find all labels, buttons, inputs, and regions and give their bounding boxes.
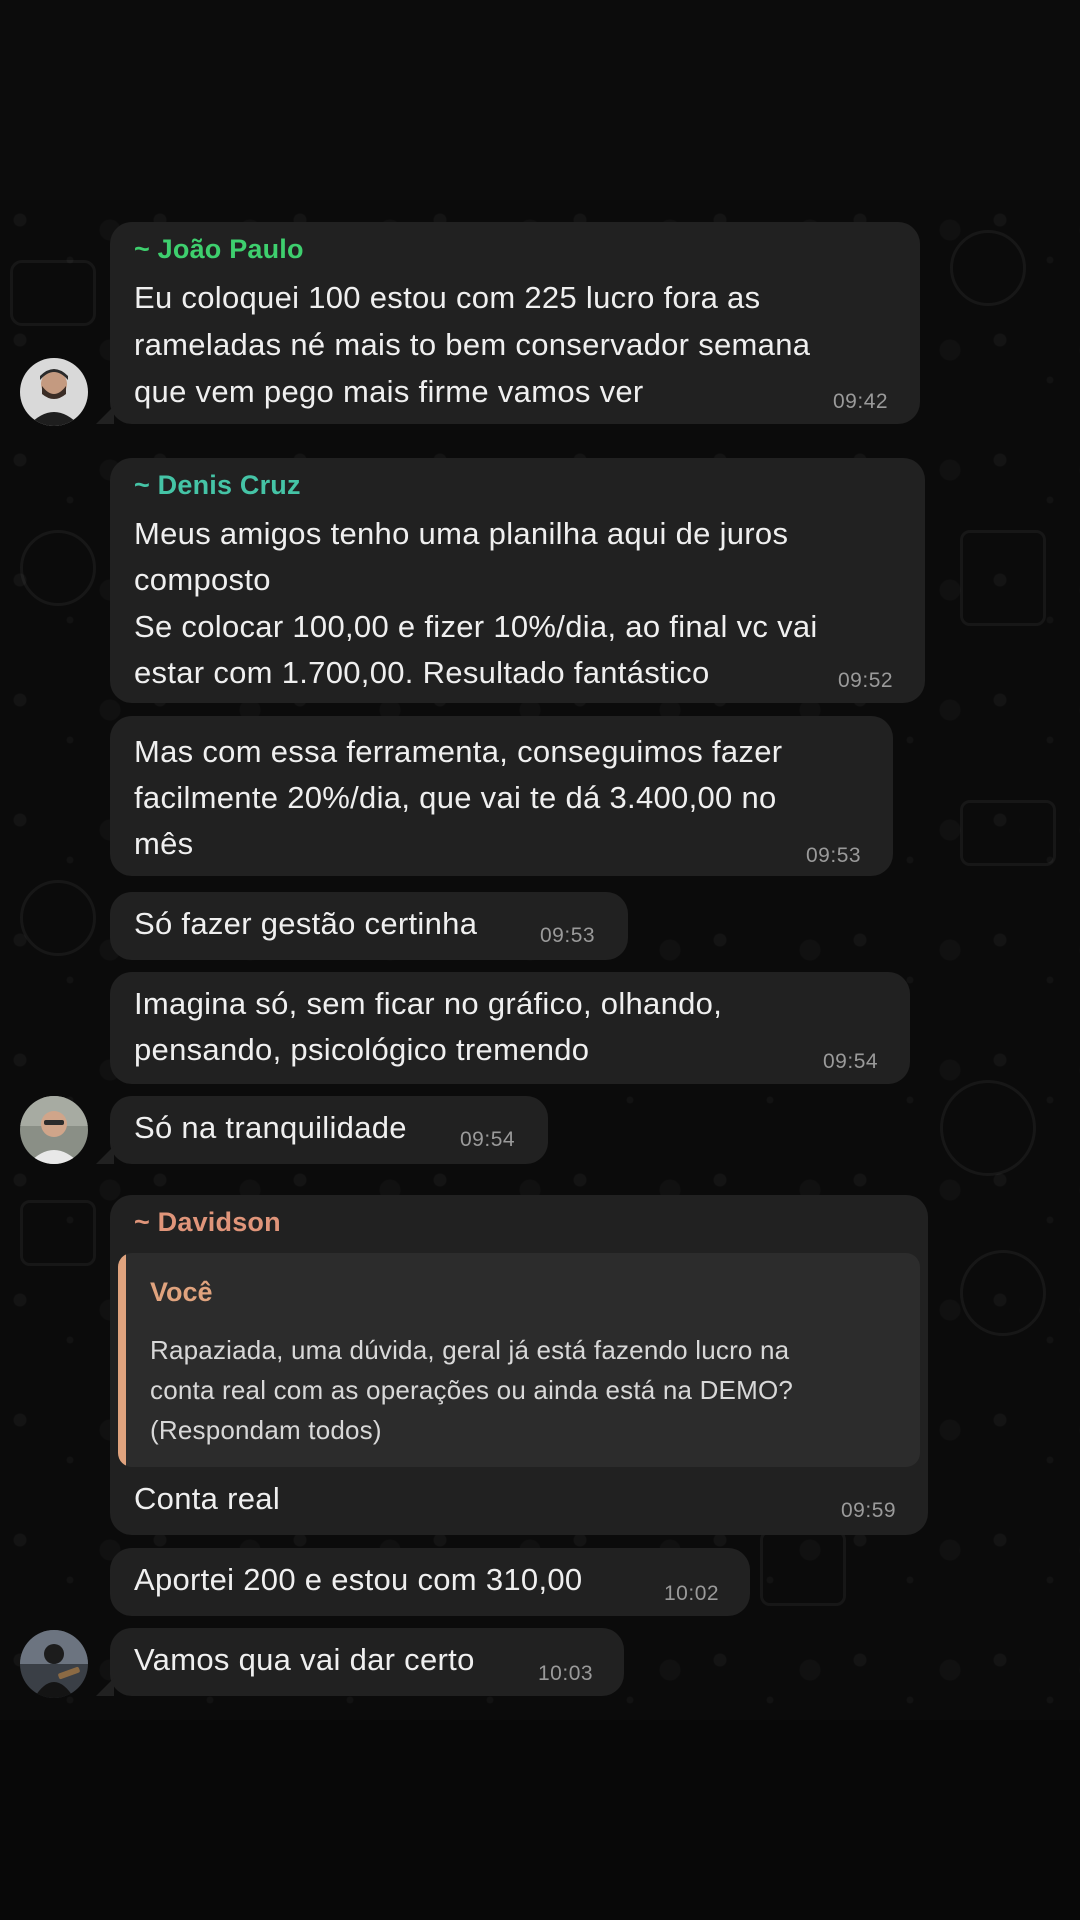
message-bubble[interactable]: ~ Davidson Você Rapaziada, uma dúvida, g… (110, 1195, 928, 1535)
message-bubble[interactable]: ~ Denis Cruz Meus amigos tenho uma plani… (110, 458, 925, 703)
message-text: composto (134, 562, 271, 597)
wallpaper-doodle (760, 1530, 846, 1606)
message-time: 09:52 (838, 669, 894, 692)
message-text: Meus amigos tenho uma planilha aqui de j… (134, 516, 789, 551)
message-bubble[interactable]: Só fazer gestão certinha 09:53 (110, 892, 628, 960)
wallpaper-doodle (960, 800, 1056, 866)
message-text: facilmente 20%/dia, que vai te dá 3.400,… (134, 780, 777, 815)
wallpaper-doodle (20, 880, 96, 956)
message-text: estar com 1.700,00. Resultado fantástico (134, 655, 710, 690)
message-bubble[interactable]: Vamos qua vai dar certo 10:03 (110, 1628, 624, 1696)
message-time: 09:54 (460, 1128, 516, 1151)
message-time: 09:53 (540, 924, 596, 947)
message-time: 09:53 (806, 844, 862, 867)
bubble-tail (96, 406, 114, 424)
message-time: 10:03 (538, 1662, 594, 1685)
message-text: Só na tranquilidade (134, 1110, 407, 1145)
message-bubble[interactable]: Aportei 200 e estou com 310,00 10:02 (110, 1548, 750, 1616)
quote-text: Rapaziada, uma dúvida, geral já está faz… (150, 1335, 790, 1365)
message-text: pensando, psicológico tremendo (134, 1032, 590, 1067)
top-blurred-area (0, 0, 1080, 200)
message-text: Eu coloquei 100 estou com 225 lucro fora… (134, 280, 761, 315)
wallpaper-doodle (960, 1250, 1046, 1336)
wallpaper-doodle (960, 530, 1046, 626)
message-text: rameladas né mais to bem conservador sem… (134, 327, 811, 362)
message-text: mês (134, 826, 194, 861)
sender-name: ~ João Paulo (134, 234, 304, 264)
message-bubble[interactable]: Mas com essa ferramenta, conseguimos faz… (110, 716, 893, 876)
wallpaper-doodle (10, 260, 96, 326)
wallpaper-doodle (20, 530, 96, 606)
message-time: 09:42 (833, 390, 889, 413)
message-text: Conta real (134, 1481, 281, 1516)
message-time: 09:54 (823, 1050, 879, 1073)
message-text: Mas com essa ferramenta, conseguimos faz… (134, 734, 783, 769)
message-time: 09:59 (841, 1499, 897, 1522)
chat-area[interactable]: ~ João Paulo Eu coloquei 100 estou com 2… (0, 200, 1080, 1721)
bubble-tail (96, 1678, 114, 1696)
quote-text: (Respondam todos) (150, 1415, 382, 1445)
quote-author: Você (150, 1277, 213, 1307)
quote-accent-bar (118, 1253, 126, 1467)
message-text: Só fazer gestão certinha (134, 906, 478, 941)
message-text: Imagina só, sem ficar no gráfico, olhand… (134, 986, 723, 1021)
sender-name: ~ Davidson (134, 1207, 281, 1237)
message-text: Vamos qua vai dar certo (134, 1642, 475, 1677)
wallpaper-doodle (950, 230, 1026, 306)
avatar[interactable] (20, 1630, 88, 1698)
message-time: 10:02 (664, 1582, 720, 1605)
avatar[interactable] (20, 358, 88, 426)
bottom-blurred-area (0, 1720, 1080, 1920)
bubble-tail (96, 1146, 114, 1164)
sender-name: ~ Denis Cruz (134, 470, 301, 500)
message-text: Se colocar 100,00 e fizer 10%/dia, ao fi… (134, 609, 818, 644)
quoted-message[interactable]: Você Rapaziada, uma dúvida, geral já est… (118, 1253, 920, 1467)
quote-text: conta real com as operações ou ainda est… (150, 1375, 794, 1405)
wallpaper-doodle (940, 1080, 1036, 1176)
message-text: Aportei 200 e estou com 310,00 (134, 1562, 583, 1597)
message-text: que vem pego mais firme vamos ver (134, 374, 644, 409)
message-bubble[interactable]: ~ João Paulo Eu coloquei 100 estou com 2… (110, 222, 920, 424)
wallpaper-doodle (20, 1200, 96, 1266)
message-bubble[interactable]: Só na tranquilidade 09:54 (110, 1096, 548, 1164)
message-bubble[interactable]: Imagina só, sem ficar no gráfico, olhand… (110, 972, 910, 1084)
avatar[interactable] (20, 1096, 88, 1164)
